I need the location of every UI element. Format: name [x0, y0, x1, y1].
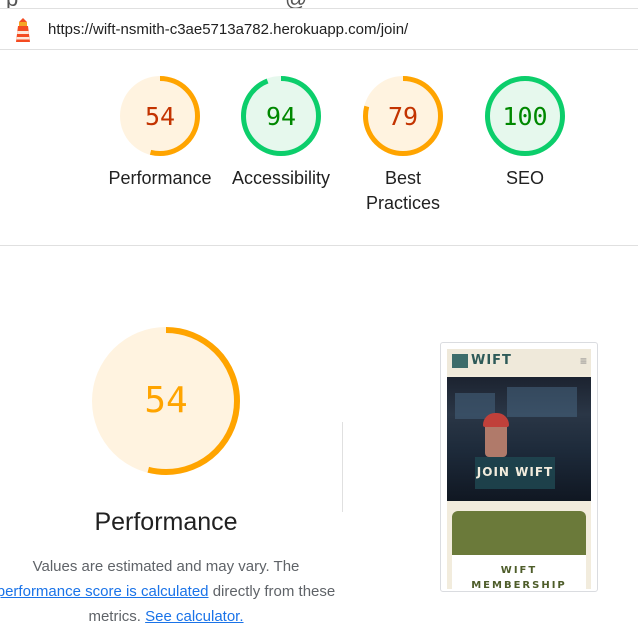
gauge-accessibility-ring: 94: [241, 76, 321, 156]
report-url-bar: https://wift-nsmith-c3ae5713a782.herokua…: [0, 8, 638, 50]
gauge-performance-ring: 54: [120, 76, 200, 156]
screenshot-join-button: JOIN WIFT: [475, 457, 555, 489]
hamburger-menu-icon: ≡: [579, 354, 587, 368]
gauge-seo-label: SEO: [505, 168, 544, 188]
gauge-accessibility[interactable]: 94 Accessibility: [221, 74, 341, 191]
screenshot-hero: JOIN WIFT: [447, 377, 591, 501]
performance-score-link[interactable]: performance score is calculated: [0, 583, 209, 600]
gauge-best-practices-label: Best Practices: [365, 168, 441, 213]
screenshot-membership-card: WIFT MEMBERSHIP: [452, 511, 586, 589]
see-calculator-link[interactable]: See calculator.: [145, 608, 243, 625]
gauge-best-practices-score: 79: [388, 102, 418, 131]
gauge-best-practices[interactable]: 79 Best Practices: [343, 74, 463, 216]
category-gauges: 54 Performance 94 Accessibility 79 Best …: [0, 50, 638, 246]
top-clipped-area: p @: [0, 0, 638, 8]
gauge-seo-score: 100: [502, 102, 547, 131]
gauge-performance-label: Performance: [108, 168, 212, 188]
gauge-performance[interactable]: 54 Performance: [100, 74, 220, 191]
gauge-accessibility-label: Accessibility: [231, 168, 331, 188]
final-screenshot-thumbnail[interactable]: WIFT ≡ JOIN WIFT WIFT MEMBERSHIP: [440, 342, 598, 592]
performance-big-score: 54: [144, 380, 187, 421]
screenshot-card-text: WIFT MEMBERSHIP: [471, 565, 567, 589]
performance-big-gauge: 54: [92, 327, 240, 475]
screenshot-logo: WIFT: [471, 353, 512, 368]
performance-description: Values are estimated and may vary. The p…: [0, 554, 342, 629]
performance-section: 54 Performance Values are estimated and …: [0, 245, 638, 625]
performance-title: Performance: [94, 508, 238, 536]
performance-desc-text-1: Values are estimated and may vary. The: [32, 558, 300, 575]
screenshot-header: WIFT ≡: [447, 349, 591, 375]
screenshot-logo-mark: [452, 354, 468, 368]
gauge-performance-score: 54: [145, 102, 175, 131]
gauge-best-practices-ring: 79: [363, 76, 443, 156]
lighthouse-icon: [16, 18, 30, 42]
screenshot-page: WIFT ≡ JOIN WIFT WIFT MEMBERSHIP: [447, 349, 591, 589]
gauge-accessibility-score: 94: [266, 102, 296, 131]
gauge-seo-ring: 100: [485, 76, 565, 156]
screenshot-join-label: JOIN WIFT: [476, 465, 554, 479]
report-url[interactable]: https://wift-nsmith-c3ae5713a782.herokua…: [48, 21, 408, 38]
gauge-seo[interactable]: 100 SEO: [465, 74, 585, 191]
section-divider: [342, 422, 343, 512]
